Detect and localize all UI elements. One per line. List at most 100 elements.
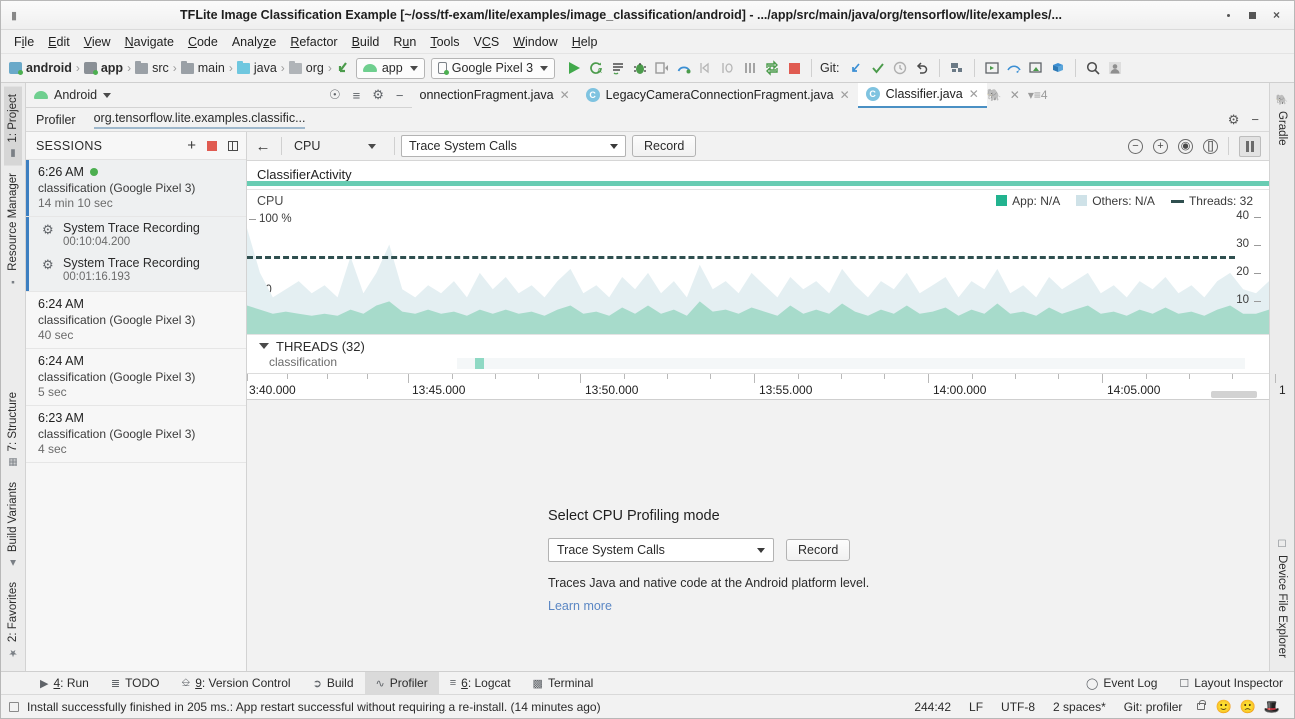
menu-code[interactable]: Code <box>181 33 225 51</box>
settings-gradle-icon[interactable] <box>739 57 761 79</box>
bottom-tab-run[interactable]: ▶ 4: Run <box>29 672 100 695</box>
device-selector[interactable]: Google Pixel 3 <box>431 58 555 79</box>
profile-button[interactable] <box>673 57 695 79</box>
close-icon[interactable]: ✕ <box>1010 88 1020 102</box>
menu-tools[interactable]: Tools <box>423 33 466 51</box>
menu-analyze[interactable]: Analyze <box>225 33 283 51</box>
android-view-selector[interactable]: Android <box>26 88 321 102</box>
cpu-usage-chart[interactable]: CPU 100 % 50 App: N/A <box>247 189 1269 335</box>
sidebar-item-resource-manager[interactable]: ▪ Resource Manager <box>4 166 22 294</box>
sync-gradle-icon[interactable] <box>334 57 356 79</box>
sync-project-icon[interactable] <box>761 57 783 79</box>
menu-vcs[interactable]: VCS <box>467 33 507 51</box>
collapse-all-icon[interactable]: ≡ <box>353 88 361 103</box>
bottom-tab-build[interactable]: ➲ Build <box>302 672 365 695</box>
attach-debugger-icon[interactable] <box>717 57 739 79</box>
session-item-623[interactable]: 6:23 AM classification (Google Pixel 3) … <box>26 406 246 463</box>
session-item-624-b[interactable]: 6:24 AM classification (Google Pixel 3) … <box>26 349 246 406</box>
breadcrumb-android[interactable]: android <box>7 61 74 75</box>
breadcrumb-src[interactable]: src <box>133 61 171 75</box>
editor-tab-classifier[interactable]: C Classifier.java ✕ <box>858 83 987 108</box>
recording-item-1[interactable]: ⚙ System Trace Recording 00:10:04.200 <box>29 217 246 252</box>
timeline-ruler[interactable]: 3:40.000 13:45.000 13:50.000 <box>247 373 1269 399</box>
sidebar-item-device-file-explorer[interactable]: ☐ Device File Explorer <box>1273 532 1291 665</box>
menu-file[interactable]: File <box>7 33 41 51</box>
menu-window[interactable]: Window <box>506 33 564 51</box>
user-account-icon[interactable] <box>1104 57 1126 79</box>
close-icon[interactable]: ✕ <box>969 87 979 101</box>
debug-attach-icon[interactable] <box>651 57 673 79</box>
project-structure-icon[interactable] <box>946 57 968 79</box>
avd-manager-icon[interactable] <box>981 57 1003 79</box>
add-session-button[interactable]: + <box>187 138 196 153</box>
locate-icon[interactable]: ☉ <box>329 87 341 103</box>
stop-session-button[interactable] <box>207 141 217 151</box>
close-button[interactable]: × <box>1271 10 1282 21</box>
sidebar-item-gradle[interactable]: 🐘 Gradle <box>1273 87 1291 153</box>
session-item-626[interactable]: 6:26 AM classification (Google Pixel 3) … <box>26 160 246 217</box>
trace-mode-selector[interactable]: Trace System Calls <box>401 135 626 157</box>
caret-position[interactable]: 244:42 <box>905 700 960 714</box>
apply-code-changes-icon[interactable] <box>607 57 629 79</box>
zoom-to-selection-icon[interactable]: [] <box>1203 139 1218 154</box>
collapse-sessions-button[interactable] <box>228 141 238 151</box>
reset-zoom-icon[interactable]: ◉ <box>1178 139 1193 154</box>
profiling-mode-selector[interactable]: Trace System Calls <box>548 538 774 562</box>
pause-live-button[interactable] <box>1239 136 1261 157</box>
timeline-scrollbar-thumb[interactable] <box>1211 391 1257 398</box>
run-configuration-selector[interactable]: app <box>356 58 425 79</box>
debug-button[interactable] <box>629 57 651 79</box>
session-item-624-a[interactable]: 6:24 AM classification (Google Pixel 3) … <box>26 291 246 349</box>
gradle-elephant-icon[interactable]: 🐘 <box>987 88 1002 102</box>
menu-view[interactable]: View <box>77 33 118 51</box>
zoom-out-icon[interactable]: − <box>1128 139 1143 154</box>
editor-tab-connection-fragment[interactable]: onnectionFragment.java ✕ <box>412 83 578 108</box>
step-over-icon[interactable] <box>695 57 717 79</box>
record-button[interactable]: Record <box>632 135 696 157</box>
stop-button[interactable] <box>783 57 805 79</box>
bottom-tab-event-log[interactable]: ◯ Event Log <box>1075 672 1168 695</box>
sdk-manager-icon[interactable] <box>1003 57 1025 79</box>
git-history-icon[interactable] <box>889 57 911 79</box>
menu-run[interactable]: Run <box>386 33 423 51</box>
breadcrumb-java[interactable]: java <box>235 61 279 75</box>
recording-item-2[interactable]: ⚙ System Trace Recording 00:01:16.193 <box>29 252 246 287</box>
layout-inspector-icon[interactable] <box>1025 57 1047 79</box>
menu-help[interactable]: Help <box>565 33 605 51</box>
undo-icon[interactable] <box>911 57 933 79</box>
bottom-tab-logcat[interactable]: ≡ 6: Logcat <box>439 672 522 695</box>
indent-setting[interactable]: 2 spaces* <box>1044 700 1115 714</box>
minimize-button[interactable] <box>1223 10 1234 21</box>
tab-list-icon[interactable]: ▾≡4 <box>1028 88 1048 102</box>
line-separator[interactable]: LF <box>960 700 992 714</box>
apply-changes-icon[interactable]: A <box>585 57 607 79</box>
breadcrumb-org[interactable]: org <box>287 61 326 75</box>
close-icon[interactable]: ✕ <box>560 88 570 102</box>
memory-indicator-icon[interactable]: 🎩 <box>1260 699 1284 715</box>
learn-more-link[interactable]: Learn more <box>548 599 968 613</box>
git-commit-icon[interactable] <box>867 57 889 79</box>
back-button[interactable]: ← <box>251 138 275 155</box>
file-encoding[interactable]: UTF-8 <box>992 700 1044 714</box>
bottom-tab-layout-inspector[interactable]: ☐ Layout Inspector <box>1168 672 1294 695</box>
status-message-group[interactable]: Install successfully finished in 205 ms.… <box>9 700 601 714</box>
bottom-tab-todo[interactable]: ≣ TODO <box>100 672 171 695</box>
gear-icon[interactable]: ⚙ <box>1228 112 1240 128</box>
bottom-tab-version-control[interactable]: ⎒ 9: Version Control <box>171 672 302 695</box>
sidebar-item-project[interactable]: ▮ 1: Project <box>4 87 22 166</box>
git-branch[interactable]: Git: profiler <box>1115 700 1192 714</box>
menu-navigate[interactable]: Navigate <box>118 33 181 51</box>
git-update-icon[interactable] <box>845 57 867 79</box>
bottom-tab-profiler[interactable]: ∿ Profiler <box>365 672 439 695</box>
apk-analyzer-icon[interactable] <box>1047 57 1069 79</box>
feedback-happy-icon[interactable]: 🙂 <box>1211 699 1235 715</box>
close-icon[interactable]: ✕ <box>840 88 850 102</box>
bottom-tab-terminal[interactable]: ▩ Terminal <box>522 672 605 695</box>
zoom-in-icon[interactable]: + <box>1153 139 1168 154</box>
menu-build[interactable]: Build <box>345 33 387 51</box>
search-icon[interactable] <box>1082 57 1104 79</box>
breadcrumb-app[interactable]: app <box>82 61 125 75</box>
lock-icon[interactable] <box>1197 703 1205 710</box>
threads-section-header[interactable]: THREADS (32) <box>247 335 1269 357</box>
hide-icon[interactable]: − <box>1251 112 1259 128</box>
